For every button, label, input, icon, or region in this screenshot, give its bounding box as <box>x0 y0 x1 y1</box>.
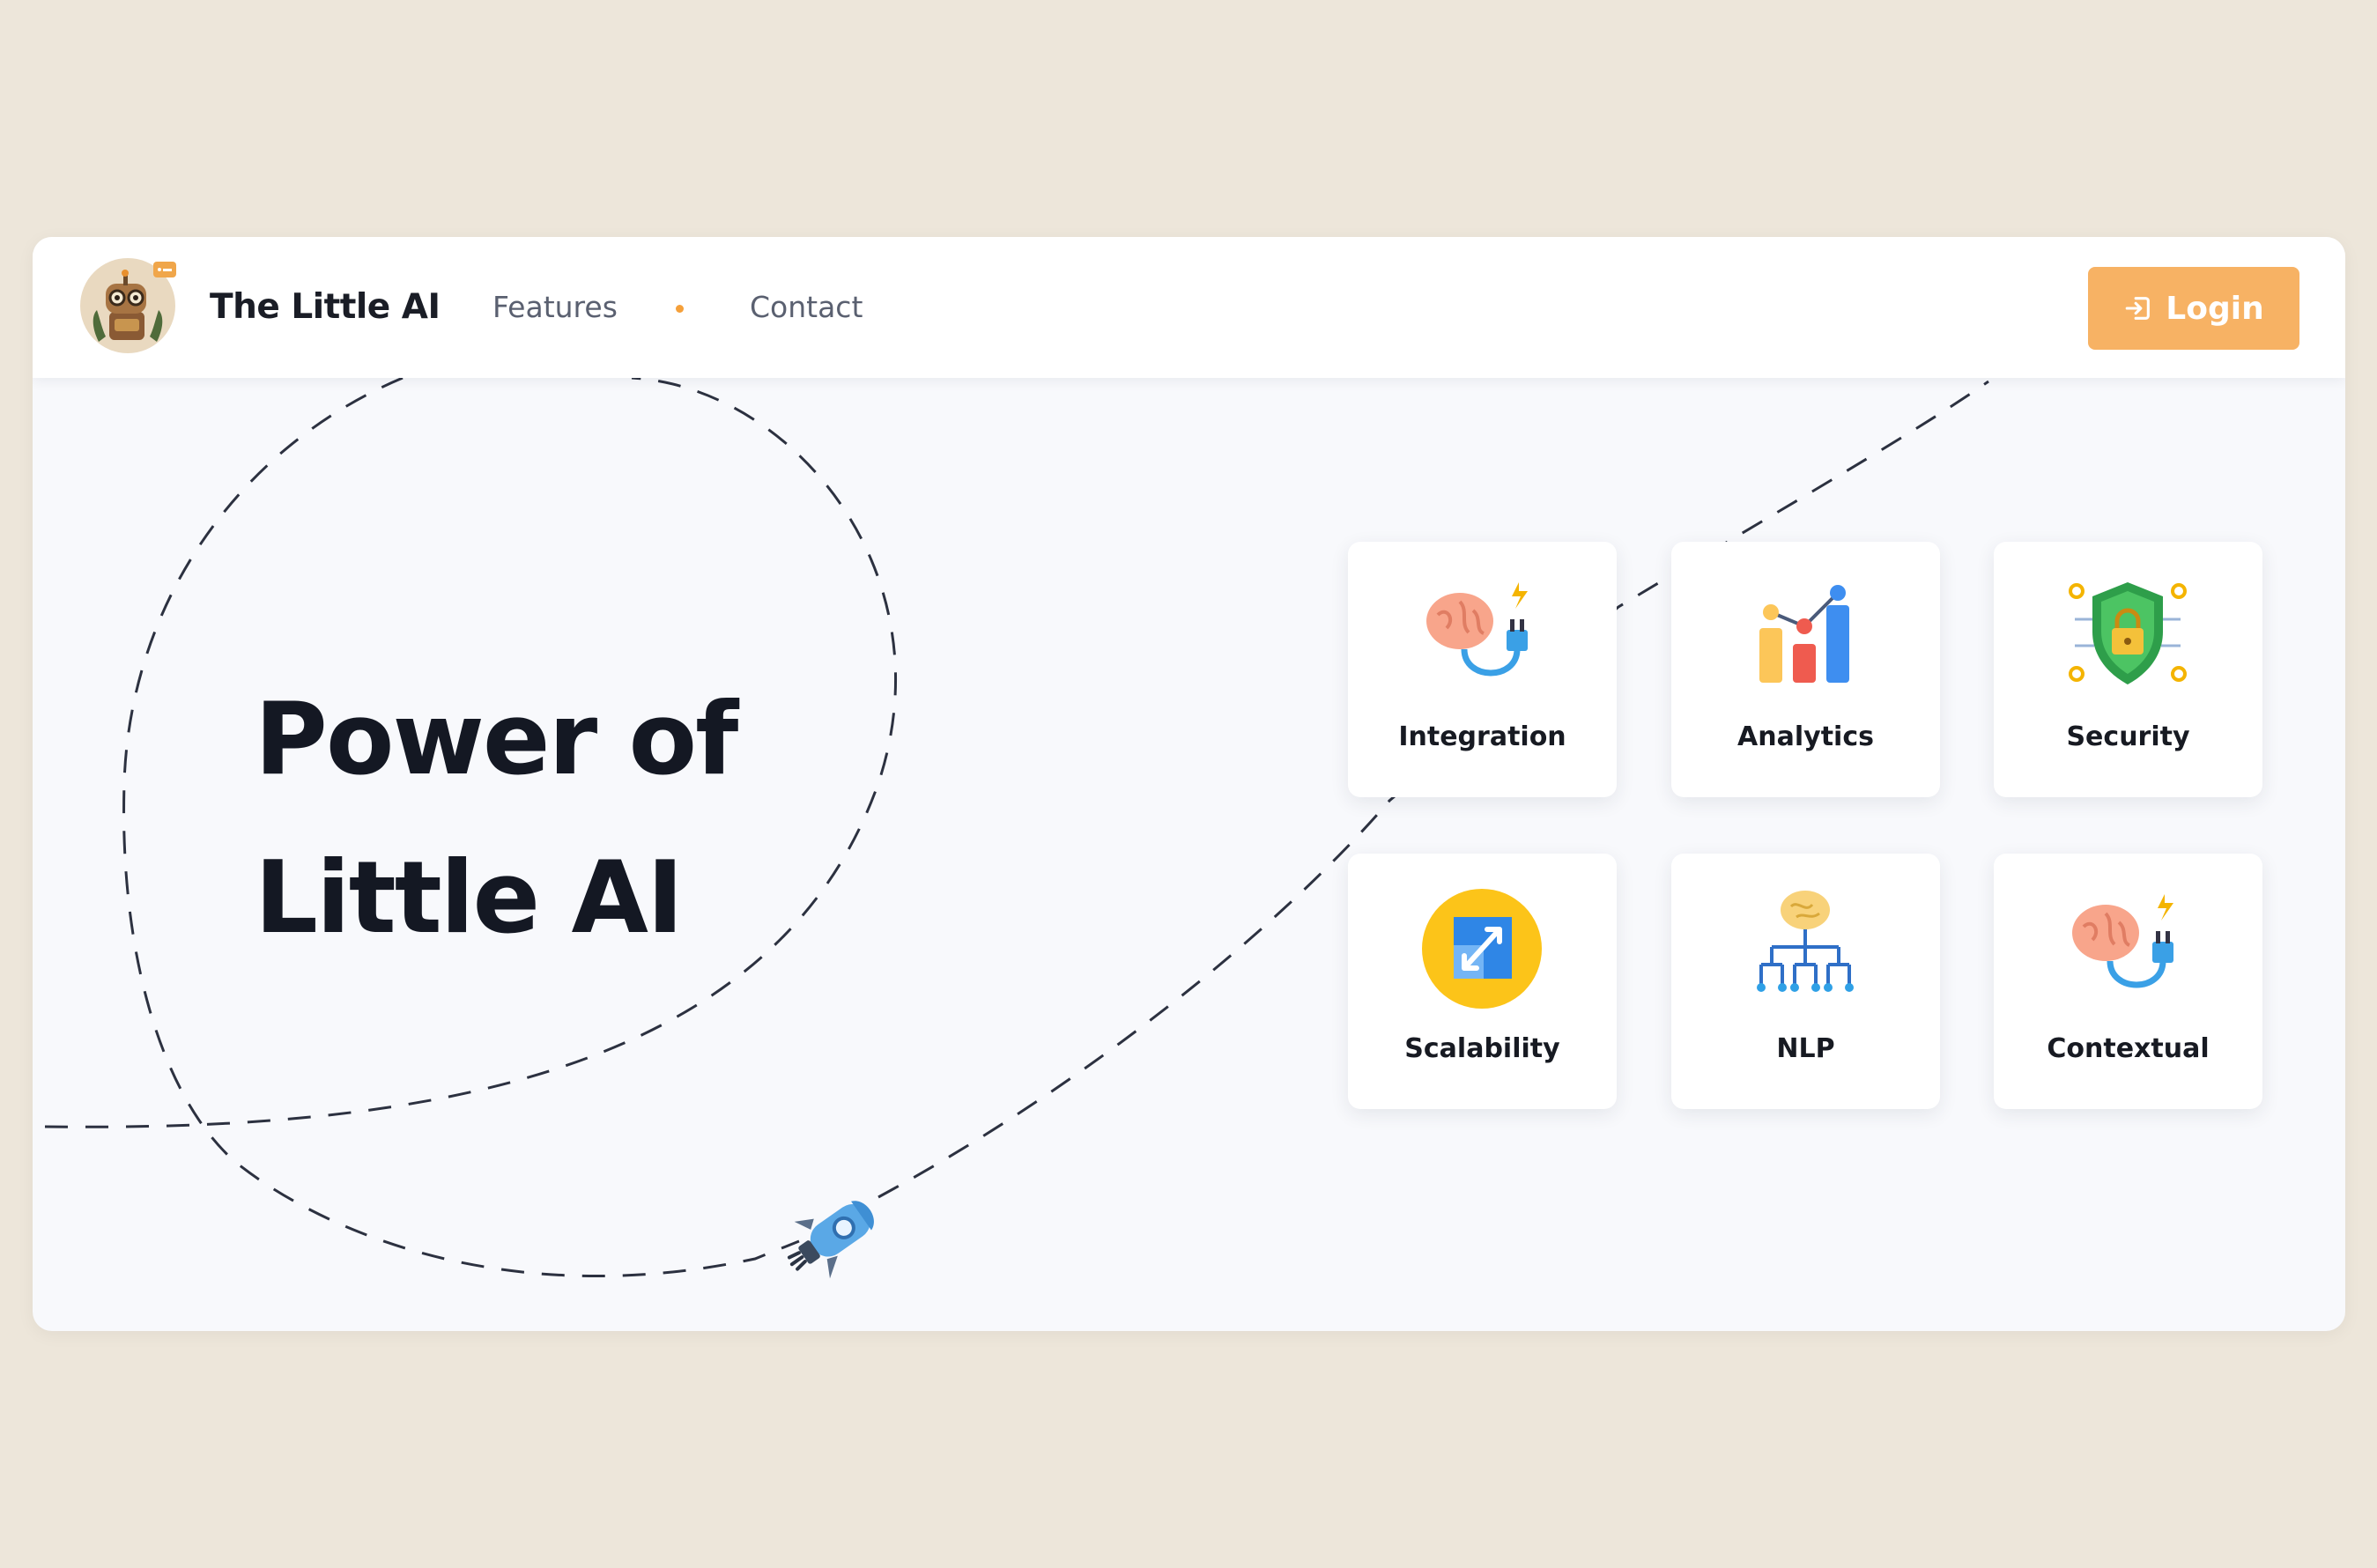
feature-label: Analytics <box>1737 721 1874 752</box>
feature-label: Contextual <box>2047 1033 2210 1064</box>
feature-label: Scalability <box>1404 1033 1560 1064</box>
robot-logo-icon[interactable] <box>79 257 176 354</box>
feature-label: Security <box>2066 721 2190 752</box>
nav-contact-link[interactable]: Contact <box>750 283 863 332</box>
brain-plug-icon <box>2072 894 2173 988</box>
app-frame: The Little AI Features Contact Login Pow… <box>33 237 2345 1331</box>
shield-lock-icon <box>2069 582 2187 684</box>
feature-card-security[interactable]: Security <box>1994 542 2262 797</box>
login-icon <box>2125 297 2151 320</box>
expand-arrows-icon <box>1422 889 1542 1009</box>
nav-features-link[interactable]: Features <box>492 283 618 332</box>
feature-label: NLP <box>1776 1033 1835 1064</box>
brain-plug-icon <box>1426 582 1528 677</box>
brain-network-icon <box>1757 891 1854 992</box>
top-navbar: The Little AI Features Contact Login <box>33 237 2345 378</box>
login-button[interactable]: Login <box>2088 267 2299 350</box>
nav-separator-dot <box>676 305 684 313</box>
hero-title-line-1: Power of <box>255 681 738 797</box>
feature-card-analytics[interactable]: Analytics <box>1671 542 1940 797</box>
bar-chart-icon <box>1759 585 1849 683</box>
feature-card-contextual[interactable]: Contextual <box>1994 854 2262 1109</box>
brand-name[interactable]: The Little AI <box>210 283 441 332</box>
feature-card-nlp[interactable]: NLP <box>1671 854 1940 1109</box>
feature-label: Integration <box>1398 721 1566 752</box>
feature-card-integration[interactable]: Integration <box>1348 542 1617 797</box>
feature-card-scalability[interactable]: Scalability <box>1348 854 1617 1109</box>
hero-title: Power of Little AI <box>255 660 871 977</box>
login-label: Login <box>2166 290 2264 327</box>
rocket-icon <box>787 1201 874 1279</box>
hero-title-line-2: Little AI <box>255 839 684 956</box>
